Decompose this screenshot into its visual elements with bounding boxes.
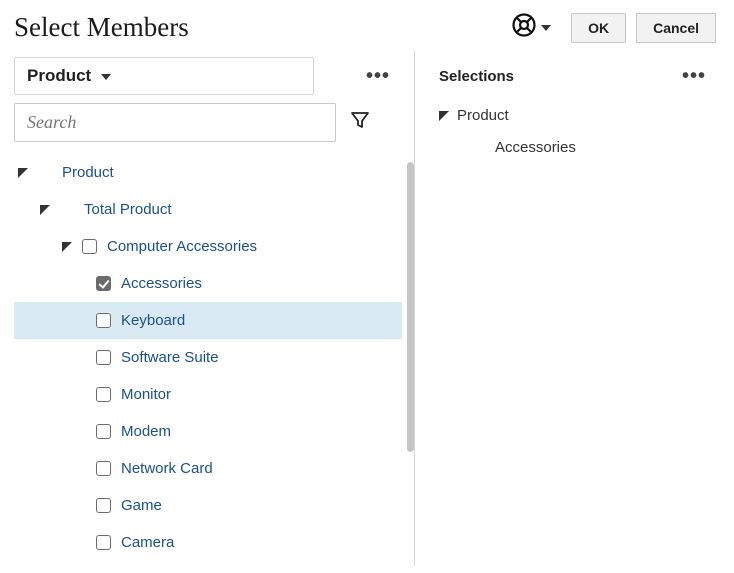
checkbox[interactable] xyxy=(96,498,111,513)
right-more-icon[interactable]: ••• xyxy=(682,65,706,88)
tree-node-label: Game xyxy=(121,497,162,514)
tree-node-label: Total Product xyxy=(84,201,172,218)
tree-node-label: Modem xyxy=(121,423,171,440)
tree-node-label: Network Card xyxy=(121,460,213,477)
tree-node-label: Software Suite xyxy=(121,349,219,366)
chevron-down-icon xyxy=(541,25,551,31)
expand-icon[interactable] xyxy=(439,111,449,121)
checkbox[interactable] xyxy=(82,239,97,254)
tree-leaf[interactable]: Keyboard xyxy=(14,302,402,339)
expand-icon[interactable] xyxy=(18,168,28,178)
scrollbar[interactable] xyxy=(407,162,414,452)
expand-icon[interactable] xyxy=(40,205,50,215)
checkbox[interactable] xyxy=(96,387,111,402)
tree-node-product[interactable]: Product xyxy=(14,154,402,191)
tree-leaf[interactable]: Game xyxy=(14,487,402,524)
tree-node-label: Accessories xyxy=(121,275,202,292)
dimension-selector[interactable]: Product xyxy=(14,57,314,95)
tree-node-label: Product xyxy=(62,164,114,181)
checkbox[interactable] xyxy=(96,350,111,365)
help-icon xyxy=(511,12,537,43)
checkbox[interactable] xyxy=(96,535,111,550)
checkbox[interactable] xyxy=(96,313,111,328)
tree-leaf[interactable]: Modem xyxy=(14,413,402,450)
members-panel: Product ••• Product xyxy=(14,51,414,566)
tree-node-label: Camera xyxy=(121,534,174,551)
left-more-icon[interactable]: ••• xyxy=(366,65,390,88)
tree-leaf[interactable]: Accessories xyxy=(14,265,402,302)
checkbox[interactable] xyxy=(96,461,111,476)
checkbox[interactable] xyxy=(96,276,111,291)
search-input[interactable] xyxy=(14,103,336,142)
tree-leaf[interactable]: Network Card xyxy=(14,450,402,487)
ok-button[interactable]: OK xyxy=(571,13,626,43)
selection-item[interactable]: Accessories xyxy=(439,129,706,156)
help-menu[interactable] xyxy=(511,12,551,43)
filter-icon[interactable] xyxy=(350,110,370,135)
expand-icon[interactable] xyxy=(62,242,72,252)
tree-leaf[interactable]: Software Suite xyxy=(14,339,402,376)
chevron-down-icon xyxy=(101,74,111,80)
tree-leaf[interactable]: Camera xyxy=(14,524,402,561)
selections-title: Selections xyxy=(439,68,514,85)
checkbox[interactable] xyxy=(96,424,111,439)
dimension-label: Product xyxy=(27,66,91,86)
tree-node-computer-accessories[interactable]: Computer Accessories xyxy=(14,228,402,265)
cancel-button[interactable]: Cancel xyxy=(636,13,716,43)
selection-root-label: Product xyxy=(457,107,509,124)
tree-node-total-product[interactable]: Total Product xyxy=(14,191,402,228)
tree-node-label: Monitor xyxy=(121,386,171,403)
tree-leaf[interactable]: Monitor xyxy=(14,376,402,413)
selection-root[interactable]: Product xyxy=(439,102,706,129)
tree-node-label: Computer Accessories xyxy=(107,238,257,255)
page-title: Select Members xyxy=(14,12,499,43)
selections-panel: Selections ••• Product Accessories xyxy=(415,51,734,566)
member-tree: Product Total Product Computer Accessori… xyxy=(14,154,414,566)
tree-node-label: Keyboard xyxy=(121,312,185,329)
